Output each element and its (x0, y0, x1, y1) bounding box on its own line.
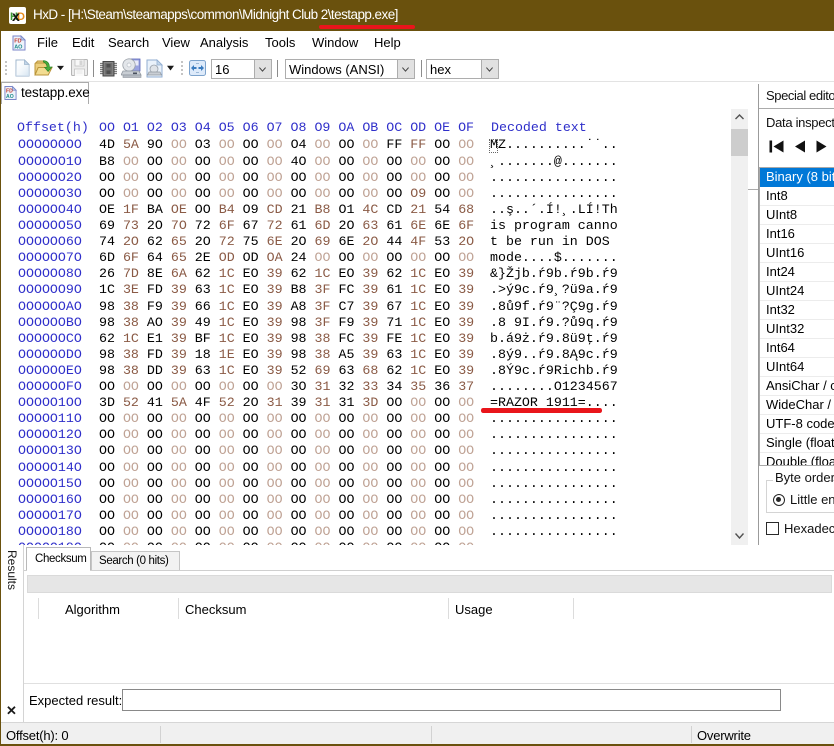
svg-text:AO: AO (6, 94, 14, 100)
svg-text:AO: AO (14, 45, 23, 51)
svg-text:x: x (12, 8, 20, 24)
